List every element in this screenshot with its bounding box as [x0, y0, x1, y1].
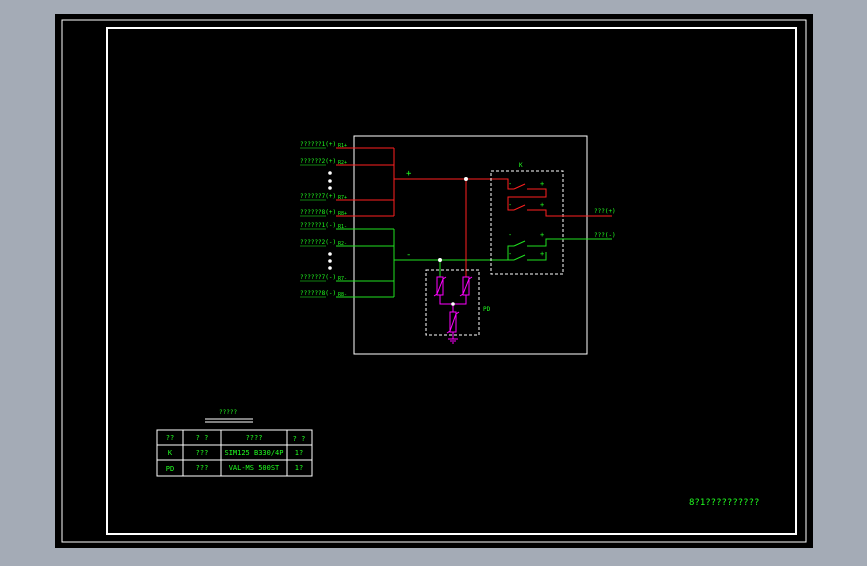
drawing-title: 8?1?????????? [689, 498, 759, 508]
junction-dot [464, 177, 468, 181]
legend-cell: 1? [295, 449, 303, 457]
legend-cell: SIM125 B330/4P [224, 449, 283, 457]
continuation-dot [328, 179, 332, 183]
contact-minus-2: - [508, 201, 512, 209]
contact-minus-4: - [508, 250, 512, 258]
legend-header-4: ? ? [293, 435, 306, 443]
input-name-label: ??????2(+) [300, 158, 336, 165]
contact-plus-3: + [540, 231, 544, 239]
continuation-dot [328, 252, 332, 256]
cad-viewport: ??????1(+) R1+ ??????2(+) R2+ ??????7(+) R7+?… [0, 0, 867, 562]
legend-cell: PD [166, 465, 174, 473]
output-negative-label: ???(-) [594, 232, 616, 239]
legend-header-2: ? ? [196, 434, 209, 442]
contact-plus-1: + [540, 180, 544, 188]
legend-cell: ??? [196, 464, 209, 472]
contact-plus-2: + [540, 201, 544, 209]
contact-minus-3: - [508, 231, 512, 239]
input-name-label: ??????2(-) [300, 239, 336, 246]
contact-minus-1: - [508, 180, 512, 188]
input-name-label: ??????7(-) [300, 274, 336, 281]
legend-title: ????? [219, 409, 237, 416]
legend-cell: VAL-MS 500ST [229, 464, 280, 472]
schematic-drawing: ??????1(+) R1+??????2(+) R2+??????7(+) R7+?… [0, 0, 867, 562]
legend-cell: 1? [295, 464, 303, 472]
legend-cell: ??? [196, 449, 209, 457]
input-name-label: ??????7(+) [300, 193, 336, 200]
spd-label: PD [483, 306, 491, 313]
output-positive-label: ???(+) [594, 208, 616, 215]
junction-dot [451, 302, 455, 306]
input-name-label: ??????1(-) [300, 222, 336, 229]
continuation-dot [328, 186, 332, 190]
junction-dot [438, 258, 442, 262]
bus-plus-label: + [406, 169, 412, 179]
legend-header-3: ???? [246, 434, 263, 442]
continuation-dot [328, 266, 332, 270]
contact-plus-4: + [540, 250, 544, 258]
breaker-label: K [519, 162, 523, 169]
input-name-label: ??????1(+) [300, 141, 336, 148]
input-name-label: ??????8(-) [300, 290, 336, 297]
bus-minus-label: - [406, 250, 411, 260]
continuation-dot [328, 171, 332, 175]
input-name-label: ??????8(+) [300, 209, 336, 216]
continuation-dot [328, 259, 332, 263]
legend-header-1: ?? [166, 434, 174, 442]
